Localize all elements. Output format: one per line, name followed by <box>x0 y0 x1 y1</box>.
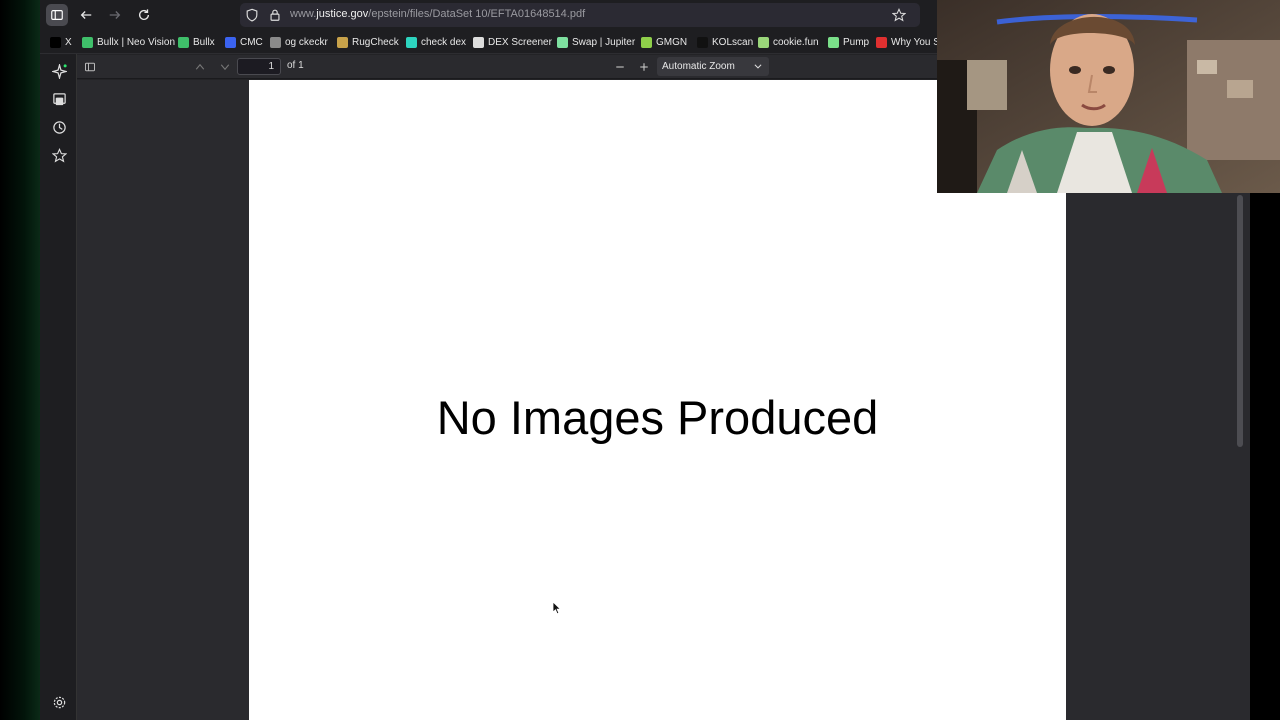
cookie-icon <box>758 36 769 48</box>
pump-pill-icon <box>828 36 839 48</box>
history-clock-icon[interactable] <box>48 116 70 138</box>
bookmark-label: Pump <box>843 36 870 48</box>
url-prefix: www. <box>290 8 317 20</box>
kolscan-icon <box>697 36 708 48</box>
zoom-in-icon[interactable] <box>635 58 653 76</box>
bookmark-item[interactable]: DEX Screener <box>473 35 552 49</box>
bookmark-item[interactable]: RugCheck <box>337 35 399 49</box>
bookmark-item[interactable]: check dex <box>406 35 466 49</box>
bookmark-star-icon[interactable] <box>891 8 907 22</box>
bookmarks-star-icon[interactable] <box>48 144 70 166</box>
bookmark-item[interactable]: GMGN <box>641 35 687 49</box>
bookmark-label: GMGN <box>656 36 688 48</box>
bookmark-item[interactable]: Bullx | Neo Vision <box>82 35 175 49</box>
bookmark-item[interactable]: og ckeckr <box>270 35 328 49</box>
url-text[interactable]: www.justice.gov/epstein/files/DataSet 10… <box>290 8 585 20</box>
left-dark-frame <box>0 0 40 720</box>
dex-icon <box>406 36 417 48</box>
globe-icon <box>270 36 281 48</box>
jupiter-icon <box>557 36 568 48</box>
bookmark-label: DEX Screener <box>488 36 552 48</box>
bookmark-item[interactable]: CMC <box>225 35 263 49</box>
gmgn-icon <box>641 36 652 48</box>
rugcheck-icon <box>337 36 348 48</box>
sidebar-toggle-icon[interactable] <box>46 4 68 26</box>
previous-page-icon[interactable] <box>191 58 209 76</box>
bookmark-label: KOLscan <box>712 36 754 48</box>
right-dark-frame <box>1250 193 1280 720</box>
forward-arrow-icon[interactable] <box>104 4 126 26</box>
lock-icon[interactable] <box>268 8 282 22</box>
url-host: justice.gov <box>316 8 369 20</box>
tracking-shield-icon[interactable] <box>245 8 259 22</box>
cmc-icon <box>225 36 236 48</box>
youtube-icon <box>876 36 887 48</box>
bookmark-label: Bullx | Neo Vision <box>97 36 176 48</box>
bookmark-label: X <box>65 36 72 48</box>
bullx-icon <box>82 36 93 48</box>
next-page-icon[interactable] <box>216 58 234 76</box>
x-logo-icon <box>50 36 61 48</box>
bookmark-label: og ckeckr <box>285 36 328 48</box>
webcam-overlay <box>937 0 1280 193</box>
synced-tabs-icon[interactable] <box>48 88 70 110</box>
address-bar[interactable]: www.justice.gov/epstein/files/DataSet 10… <box>240 3 920 27</box>
ai-sparkle-icon[interactable] <box>48 60 70 82</box>
zoom-out-icon[interactable] <box>611 58 629 76</box>
browser-sidebar <box>40 0 77 720</box>
bookmark-item[interactable]: Swap | Jupiter <box>557 35 635 49</box>
bookmark-label: Why You S <box>891 36 940 48</box>
dexscreener-icon <box>473 36 484 48</box>
bookmark-label: cookie.fun <box>773 36 819 48</box>
bookmark-label: Bullx <box>193 36 215 48</box>
bookmark-item[interactable]: cookie.fun <box>758 35 819 49</box>
bookmark-item[interactable]: KOLscan <box>697 35 753 49</box>
bookmark-label: check dex <box>421 36 467 48</box>
bookmark-item[interactable]: Why You S <box>876 35 940 49</box>
bookmark-item[interactable]: Pump <box>828 35 869 49</box>
pdf-sidebar-toggle-icon[interactable] <box>81 58 99 76</box>
bullx-icon <box>178 36 189 48</box>
url-path: /epstein/files/DataSet 10/EFTA01648514.p… <box>368 8 586 20</box>
page-body-text: No Images Produced <box>436 391 879 444</box>
bookmark-item[interactable]: Bullx <box>178 35 215 49</box>
page-count-label: of 1 <box>287 60 304 71</box>
webcam-video-image <box>937 0 1280 193</box>
page-number-input[interactable] <box>237 58 281 75</box>
bookmark-label: Swap | Jupiter <box>572 36 636 48</box>
chevron-down-icon <box>754 64 762 69</box>
reload-icon[interactable] <box>133 4 155 26</box>
vertical-scrollbar[interactable] <box>1237 195 1243 447</box>
bookmark-label: CMC <box>240 36 263 48</box>
zoom-select-label: Automatic Zoom <box>662 61 735 72</box>
settings-gear-icon[interactable] <box>48 691 70 713</box>
mouse-cursor-icon <box>552 601 562 615</box>
bookmark-item[interactable]: X <box>50 35 72 49</box>
bookmark-label: RugCheck <box>352 36 399 48</box>
zoom-select[interactable]: Automatic Zoom <box>657 57 769 76</box>
back-arrow-icon[interactable] <box>75 4 97 26</box>
